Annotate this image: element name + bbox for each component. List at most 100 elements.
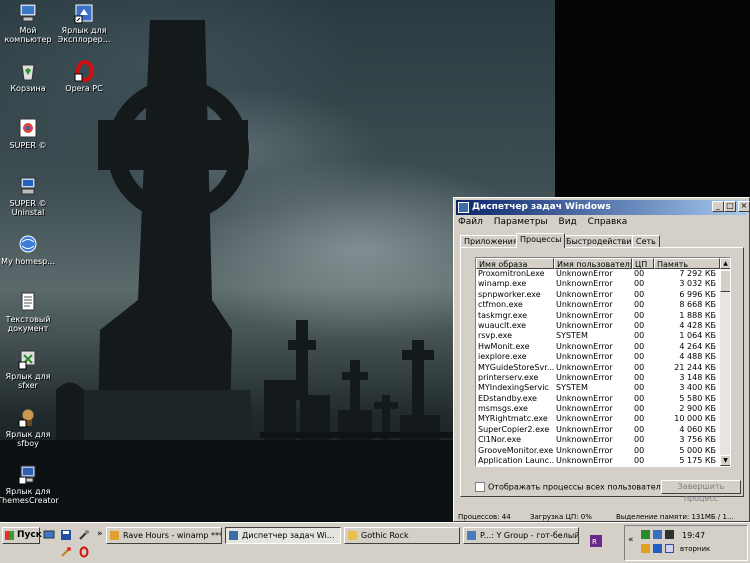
process-cpu: 00	[634, 362, 645, 372]
process-memory: 3 148 КБ	[679, 372, 716, 382]
process-row[interactable]: printerserv.exe UnknownError 00 3 148 КБ	[476, 373, 720, 383]
process-list[interactable]: Имя образа Имя пользователя ЦП Память Pr…	[475, 257, 731, 467]
status-bar: Процессов: 44 Загрузка ЦП: 0% Выделение …	[456, 513, 747, 521]
column-user-name[interactable]: Имя пользователя	[554, 258, 632, 269]
process-cpu: 00	[634, 269, 645, 278]
process-memory: 7 292 КБ	[679, 269, 716, 278]
process-row[interactable]: MYRightmatc.exe UnknownError 00 10 000 КБ	[476, 414, 720, 424]
desktop-icon-label: Ярлык для sfboy	[5, 430, 51, 448]
desktop-icon-shortcut-sfboy[interactable]: Ярлык для sfboy	[0, 406, 60, 448]
process-row[interactable]: Cl1Nor.exe UnknownError 00 3 756 КБ	[476, 435, 720, 445]
process-row[interactable]: HwMonit.exe UnknownError 00 4 264 КБ	[476, 342, 720, 352]
quicklaunch-opera-icon[interactable]	[78, 546, 90, 558]
tray-media-icon[interactable]	[665, 530, 674, 539]
desktop-icon-text-document[interactable]: Текстовый документ	[0, 291, 60, 333]
quicklaunch-paint-icon[interactable]	[60, 546, 72, 558]
process-row[interactable]: spnpworker.exe UnknownError 00 6 996 КБ	[476, 290, 720, 300]
quicklaunch-desktop-icon[interactable]	[43, 529, 55, 541]
process-cpu: 00	[634, 289, 645, 299]
process-row[interactable]: winamp.exe UnknownError 00 3 032 КБ	[476, 279, 720, 289]
process-row[interactable]: Application Launc... UnknownError 00 5 175 …	[476, 456, 720, 466]
menu-help[interactable]: Справка	[588, 217, 628, 227]
checkbox-box[interactable]	[475, 482, 485, 492]
process-row[interactable]: taskmgr.exe UnknownError 00 1 888 КБ	[476, 311, 720, 321]
process-user-name: UnknownError	[556, 310, 613, 320]
desktop-icon-super-uninstall[interactable]: SUPER © Uninstal	[0, 175, 60, 217]
windows-logo-icon	[5, 531, 14, 540]
scroll-down-button[interactable]: ▼	[720, 455, 730, 466]
tray-expand-chevron[interactable]: «	[628, 535, 634, 545]
process-cpu: 00	[634, 279, 645, 289]
recycle-bin-icon	[21, 64, 35, 81]
process-memory: 3 032 КБ	[679, 279, 716, 289]
maximize-button[interactable]: □	[724, 201, 736, 212]
process-row[interactable]: ctfmon.exe UnknownError 00 8 668 КБ	[476, 300, 720, 310]
minimize-button[interactable]: _	[712, 201, 724, 212]
desktop-icon-shortcut-sfxer[interactable]: Ярлык для sfxer	[0, 348, 60, 390]
process-row[interactable]: rsvp.exe SYSTEM 00 1 064 КБ	[476, 331, 720, 341]
process-row[interactable]: GrooveMonitor.exe UnknownError 00 5 000 КБ	[476, 446, 720, 456]
process-row[interactable]: wuauclt.exe UnknownError 00 4 428 КБ	[476, 321, 720, 331]
scroll-up-button[interactable]: ▲	[720, 258, 730, 269]
taskbar-button-winamp[interactable]: Rave Hours - winamp ***...	[106, 527, 222, 544]
show-all-users-checkbox[interactable]: Отображать процессы всех пользователей	[475, 482, 671, 492]
process-image-name: Cl1Nor.exe	[478, 435, 522, 445]
taskbar-button-browser-group[interactable]: P...: Y Group - гот-белый	[463, 527, 579, 544]
process-row[interactable]: EDstandby.exe UnknownError 00 5 580 КБ	[476, 394, 720, 404]
taskbar-button-gothic-rock[interactable]: Gothic Rock	[344, 527, 460, 544]
tray-volume-icon[interactable]	[641, 544, 650, 553]
menu-file[interactable]: Файл	[458, 217, 483, 227]
menu-options[interactable]: Параметры	[494, 217, 548, 227]
shortcut-explorer-icon	[74, 4, 93, 24]
end-process-button[interactable]: Завершить процесс	[661, 480, 741, 503]
taskbar-button-task-manager[interactable]: Диспетчер задач Wi...	[225, 527, 341, 544]
process-row[interactable]: ofhack.exeUnknownError005 304 КБ	[476, 466, 720, 467]
process-row[interactable]: MYIndexingServic SYSTEM 00 3 400 КБ	[476, 383, 720, 393]
clock-day: вторник	[680, 545, 711, 553]
process-row[interactable]: MYGuideStoreSvr... UnknownError 00 21 244 К…	[476, 363, 720, 373]
process-user-name: UnknownError	[556, 445, 613, 455]
start-button[interactable]: Пуск	[2, 527, 42, 544]
desktop-icon-my-computer[interactable]: Мой компьютер	[0, 2, 60, 44]
process-list-scrollbar[interactable]: ▲ ▼	[720, 258, 730, 466]
desktop-icon-shortcut-explorer[interactable]: Ярлык для Эксплорер...	[52, 2, 116, 44]
column-image-name[interactable]: Имя образа	[476, 258, 554, 269]
process-row[interactable]: SuperCopier2.exe UnknownError 00 4 060 КБ	[476, 425, 720, 435]
process-user-name: UnknownError	[556, 269, 613, 278]
desktop-icon-opera[interactable]: Opera PC	[52, 60, 116, 93]
clock-time[interactable]: 19:47	[682, 531, 705, 540]
process-cpu: 00	[634, 456, 645, 466]
scroll-thumb[interactable]	[720, 270, 730, 292]
process-memory: 6 996 КБ	[679, 289, 716, 299]
language-indicator-icon[interactable]: R	[590, 535, 602, 547]
desktop-icon-homepage[interactable]: My homesp...	[0, 233, 60, 266]
process-cpu: 00	[634, 435, 645, 445]
close-button[interactable]: ×	[738, 201, 750, 212]
process-row[interactable]: msmsgs.exe UnknownError 00 2 900 КБ	[476, 404, 720, 414]
process-row[interactable]: ProxomitronLexe UnknownError 00 7 292 КБ	[476, 269, 720, 279]
process-cpu: 00	[634, 393, 645, 403]
tray-network-icon[interactable]	[641, 530, 650, 539]
process-image-name: ofhack.exe	[478, 466, 554, 467]
desktop-icon-recycle-bin[interactable]: Корзина	[0, 60, 60, 93]
quicklaunch-overflow-chevron[interactable]: »	[97, 529, 103, 539]
desktop-icon-label: Ярлык для ThemesCreator	[0, 487, 59, 505]
menu-view[interactable]: Вид	[559, 217, 577, 227]
desktop-icon-super[interactable]: SUPER ©	[0, 117, 60, 150]
tray-security-icon[interactable]	[653, 530, 662, 539]
folder-icon	[348, 531, 357, 540]
desktop-icon-shortcut-themescreator[interactable]: Ярлык для ThemesCreator	[0, 463, 60, 505]
quicklaunch-tool-icon[interactable]	[78, 529, 90, 541]
tab-processes[interactable]: Процессы	[516, 233, 566, 248]
quicklaunch-save-icon[interactable]	[60, 529, 72, 541]
tray-update-icon[interactable]	[653, 544, 662, 553]
process-image-name: taskmgr.exe	[478, 310, 527, 320]
tray-help-icon[interactable]	[665, 544, 674, 553]
process-image-name: SuperCopier2.exe	[478, 424, 550, 434]
column-memory[interactable]: Память	[654, 258, 720, 269]
process-cpu: 00	[634, 404, 645, 414]
title-bar[interactable]: Диспетчер задач Windows	[456, 200, 747, 215]
task-manager-window[interactable]: Диспетчер задач Windows _ □ × Файл Парам…	[453, 197, 750, 522]
process-row[interactable]: iexplore.exe UnknownError 00 4 488 КБ	[476, 352, 720, 362]
column-cpu[interactable]: ЦП	[632, 258, 654, 269]
